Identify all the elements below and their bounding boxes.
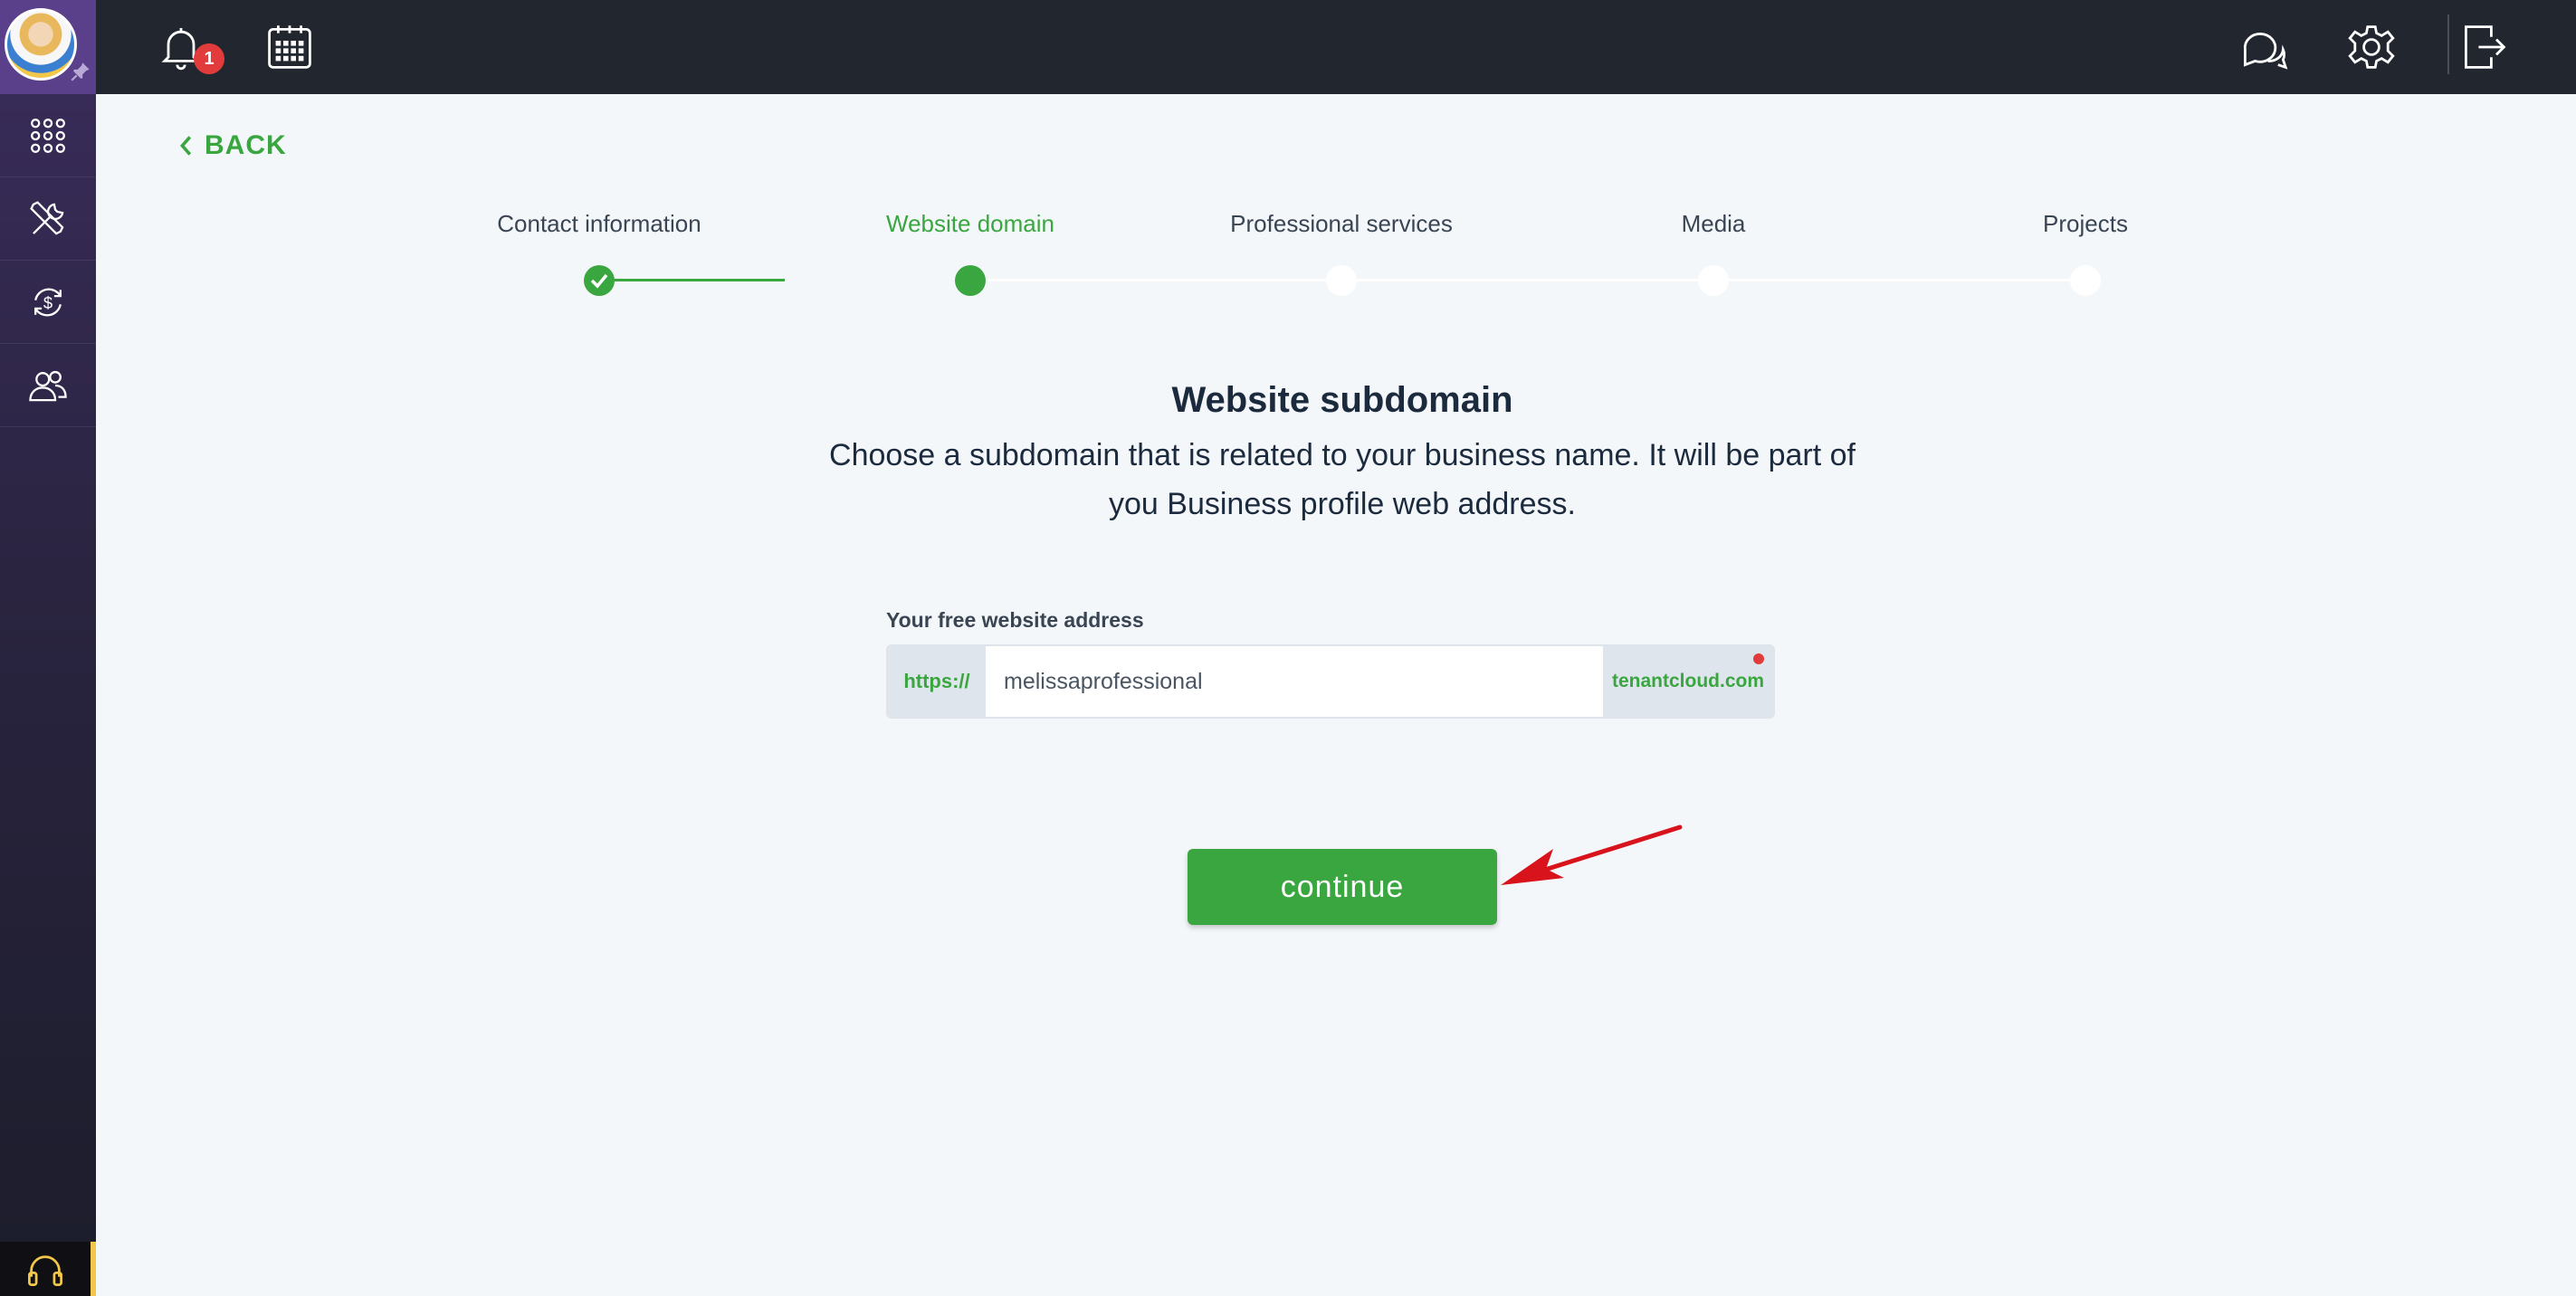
website-address-label: Your free website address: [886, 608, 1144, 632]
continue-button[interactable]: continue: [1188, 849, 1497, 925]
step-label-contact-information[interactable]: Contact information: [409, 210, 789, 238]
step-label-media: Media: [1681, 210, 1746, 237]
step-label-website-domain[interactable]: Website domain: [780, 210, 1160, 238]
step-dot-done[interactable]: [584, 265, 615, 296]
stepper: Contact information Website domain Profe…: [0, 0, 2576, 308]
step-label-professional-services: Professional services: [1230, 210, 1453, 237]
required-indicator: [1753, 653, 1764, 664]
url-prefix: https://: [888, 646, 986, 717]
step-dot-pending: [2070, 265, 2101, 296]
domain-suffix: tenantcloud.com: [1603, 646, 1773, 717]
subdomain-input[interactable]: [986, 646, 1603, 717]
annotation-arrow-icon: [1501, 824, 1683, 885]
domain-suffix-text: tenantcloud.com: [1611, 671, 1764, 691]
page-description: Choose a subdomain that is related to yo…: [829, 438, 1856, 521]
step-dot-pending: [1326, 265, 1357, 296]
step-dot-pending: [1698, 265, 1729, 296]
step-connector: [599, 279, 785, 281]
support-button[interactable]: [0, 1242, 96, 1296]
headset-icon: [28, 1255, 62, 1286]
step-connector: [970, 279, 2085, 281]
page-title: Website subdomain: [1171, 380, 1513, 420]
website-address-field: https:// tenantcloud.com: [886, 644, 1775, 719]
step-dot-current: [955, 265, 986, 296]
checkmark-icon: [590, 273, 608, 289]
step-label-projects: Projects: [2043, 210, 2128, 237]
